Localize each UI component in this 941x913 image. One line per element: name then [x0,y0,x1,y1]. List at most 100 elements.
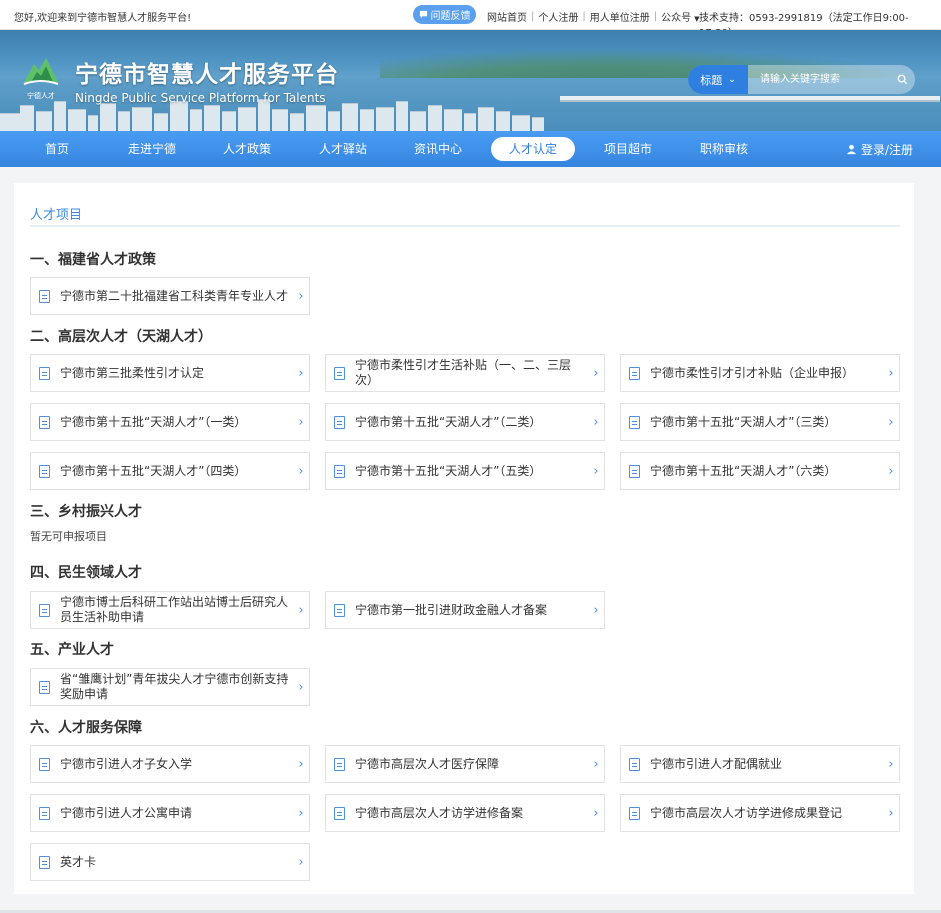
nav-title-review[interactable]: 职称审核 [690,137,758,161]
document-icon [334,806,345,820]
feedback-button[interactable]: 问题反馈 [413,5,476,24]
skyline-building [328,111,340,131]
skyline-building [132,107,152,131]
nav-talent-certification[interactable]: 人才认定 [491,137,575,161]
feedback-label: 问题反馈 [430,11,471,22]
project-card[interactable]: 宁德市第十五批“天湖人才”（三类） › [620,403,900,441]
logo-icon [23,58,59,85]
search-type-label: 标题 [700,73,723,87]
project-card-label: 宁德市高层次人才医疗保障 [355,756,500,771]
document-icon [629,464,640,478]
skyline-building [396,101,408,131]
login-register-button[interactable]: 登录/注册 [846,141,913,158]
project-card[interactable]: 宁德市引进人才配偶就业 › [620,745,900,783]
header-banner: 宁德人才 宁德市智慧人才服务平台 Ningde Public Service P… [0,30,941,131]
project-card[interactable]: 宁德市第十五批“天湖人才”（五类） › [325,452,605,490]
skyline-building [428,105,442,131]
document-icon [39,855,50,869]
document-icon [39,757,50,771]
top-links: 网站首页 | 个人注册 | 用人单位注册 | 公众号 ▼ | [487,9,711,24]
project-card[interactable]: 宁德市第十五批“天湖人才”（一类） › [30,403,310,441]
login-label: 登录/注册 [861,143,914,157]
document-icon [39,464,50,478]
project-card-label: 宁德市第三批柔性引才认定 [60,365,205,380]
project-card[interactable]: 宁德市第十五批“天湖人才”（二类） › [325,403,605,441]
skyline-building [512,115,530,131]
chat-icon [419,10,427,19]
skyline-building [238,107,256,131]
nav-news-center[interactable]: 资讯中心 [404,137,472,161]
skyline-building [532,117,544,131]
empty-message: 暂无可申报项目 [30,530,107,543]
project-card-label: 宁德市引进人才公寓申请 [60,805,193,820]
site-logo[interactable]: 宁德人才 [22,54,60,100]
document-icon [39,289,50,303]
section-title: 二、高层次人才（天湖人才） [30,329,212,345]
project-card[interactable]: 英才卡 › [30,843,310,881]
section-title: 一、福建省人才政策 [30,252,156,268]
skyline-building [496,111,510,131]
project-card-label: 宁德市第十五批“天湖人才”（三类） [650,414,837,429]
search-type-select[interactable]: 标题 ⌄ [688,65,748,94]
document-icon [39,366,50,380]
project-card[interactable]: 宁德市高层次人才访学进修备案 › [325,794,605,832]
link-home[interactable]: 网站首页 [487,9,527,24]
link-personal-register[interactable]: 个人注册 [538,9,578,24]
search-icon [897,74,907,85]
user-icon [846,144,857,155]
skyline-building [20,105,34,131]
logo-text: 宁德人才 [27,92,55,100]
project-card[interactable]: 宁德市柔性引才生活补贴（一、二、三层次） › [325,354,605,392]
document-icon [334,415,345,429]
nav-talent-station[interactable]: 人才驿站 [309,137,377,161]
search-input[interactable] [748,65,889,94]
skyline-building [170,101,188,131]
document-icon [629,366,640,380]
project-card[interactable]: 省“雏鹰计划”青年拔尖人才宁德市创新支持奖励申请 › [30,668,310,706]
link-employer-register[interactable]: 用人单位注册 [590,9,650,24]
project-card[interactable]: 宁德市第三批柔性引才认定 › [30,354,310,392]
skyline-building [190,109,202,131]
nav-home[interactable]: 首页 [28,137,86,161]
project-card[interactable]: 宁德市第一批引进财政金融人才备案 › [325,591,605,629]
chevron-right-icon: › [888,756,894,772]
skyline-building [306,105,326,131]
project-card[interactable]: 宁德市第二十批福建省工科类青年专业人才 › [30,277,310,315]
skyline-building [360,109,374,131]
skyline-building [0,113,22,131]
skyline-building [154,113,168,131]
chevron-right-icon: › [298,805,304,821]
chevron-right-icon: › [298,365,304,381]
chevron-right-icon: › [593,756,599,772]
skyline-building [478,107,494,131]
project-card[interactable]: 宁德市高层次人才医疗保障 › [325,745,605,783]
nav-talent-policy[interactable]: 人才政策 [213,137,281,161]
project-card[interactable]: 宁德市引进人才子女入学 › [30,745,310,783]
section-title: 五、产业人才 [30,642,114,658]
document-icon [629,415,640,429]
site-subtitle: Ningde Public Service Platform for Talen… [75,91,326,105]
link-wechat-account[interactable]: 公众号 ▼ [661,9,699,24]
chevron-right-icon: › [298,679,304,695]
main-nav: 首页 走进宁德 人才政策 人才驿站 资讯中心 人才认定 项目超市 职称审核 登录… [0,131,941,167]
skyline-building [376,107,394,131]
chevron-right-icon: › [298,288,304,304]
welcome-text: 您好,欢迎来到宁德市智慧人才服务平台! [14,13,192,24]
nav-project-market[interactable]: 项目超市 [594,137,662,161]
chevron-down-icon: ⌄ [728,74,736,85]
nav-about-ningde[interactable]: 走进宁德 [118,137,186,161]
project-card[interactable]: 宁德市第十五批“天湖人才”（六类） › [620,452,900,490]
tab-talent-projects[interactable]: 人才项目 [30,204,82,223]
chevron-right-icon: › [888,365,894,381]
project-card[interactable]: 宁德市引进人才公寓申请 › [30,794,310,832]
chevron-right-icon: › [888,414,894,430]
chevron-right-icon: › [298,854,304,870]
project-card[interactable]: 宁德市高层次人才访学进修成果登记 › [620,794,900,832]
project-card[interactable]: 宁德市博士后科研工作站出站博士后研究人员生活补助申请 › [30,591,310,629]
project-card-label: 宁德市第十五批“天湖人才”（五类） [355,463,542,478]
project-card[interactable]: 宁德市柔性引才引才补贴（企业申报） › [620,354,900,392]
project-card[interactable]: 宁德市第十五批“天湖人才”（四类） › [30,452,310,490]
skyline-building [290,113,304,131]
project-card-label: 省“雏鹰计划”青年拔尖人才宁德市创新支持奖励申请 [60,672,289,701]
chevron-right-icon: › [593,414,599,430]
